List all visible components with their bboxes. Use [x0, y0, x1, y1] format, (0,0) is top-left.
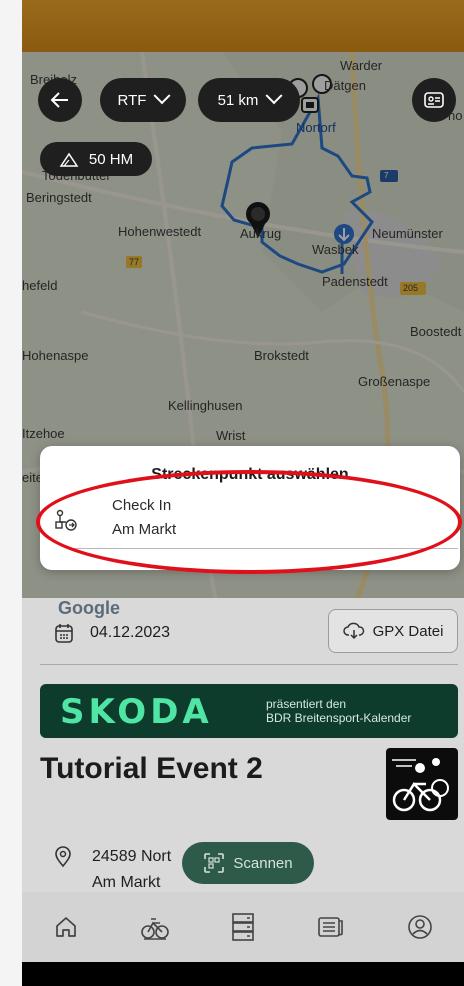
nav-news[interactable]	[311, 907, 351, 947]
nav-profile[interactable]	[400, 907, 440, 947]
ride-type-dropdown[interactable]: RTF	[100, 78, 186, 122]
elevation-icon	[59, 152, 79, 167]
sponsor-subtitle-line2: BDR Breitensport-Kalender	[266, 711, 412, 725]
bike-icon	[140, 918, 169, 940]
nav-events[interactable]	[223, 907, 263, 947]
qr-scan-icon	[204, 853, 225, 873]
arrow-left-icon	[50, 92, 68, 108]
distance-dropdown[interactable]: 51 km	[198, 78, 300, 122]
calendar-icon	[55, 624, 73, 643]
sponsor-subtitle: präsentiert den BDR Breitensport-Kalende…	[266, 697, 411, 725]
sponsor-subtitle-line1: präsentiert den	[266, 697, 347, 711]
cloud-download-icon	[342, 622, 364, 640]
profile-card-button[interactable]	[412, 78, 456, 122]
event-address-line1: 24589 Nort	[92, 848, 172, 865]
event-date-text: 04.12.2023	[90, 624, 171, 641]
gpx-label: GPX Datei	[372, 622, 444, 640]
home-icon	[56, 917, 77, 937]
event-date: 04.12.2023	[54, 622, 170, 644]
elevation-badge: 50 HM	[40, 142, 152, 176]
google-logo: Google	[58, 598, 120, 618]
distance-value: 51 km	[217, 91, 259, 109]
ride-type-value: RTF	[117, 91, 147, 109]
elevation-value: 50 HM	[88, 150, 134, 168]
sponsor-logo: SKODA	[60, 692, 213, 732]
nav-rides[interactable]	[135, 907, 175, 947]
sponsor-banner[interactable]: SKODA präsentiert den BDR Breitensport-K…	[40, 684, 458, 738]
bottom-navigation	[22, 892, 464, 962]
list-icon	[232, 913, 254, 941]
highlight-annotation	[36, 470, 462, 574]
chevron-down-icon	[265, 87, 283, 105]
back-button[interactable]	[38, 78, 82, 122]
id-card-icon	[424, 92, 444, 108]
system-navigation-bar	[22, 962, 464, 986]
cyclists-icon	[392, 758, 449, 812]
section-divider	[40, 664, 458, 665]
left-edge-strip	[0, 0, 22, 986]
event-address-line2: Am Markt	[92, 874, 161, 891]
scan-button[interactable]: Scannen	[182, 842, 314, 884]
gpx-download-button[interactable]: GPX Datei	[328, 609, 458, 653]
profile-icon	[407, 915, 432, 939]
location-pin-icon	[55, 846, 71, 868]
nav-home[interactable]	[46, 907, 86, 947]
event-category-image	[386, 748, 458, 820]
event-title: Tutorial Event 2	[40, 752, 263, 785]
news-icon	[318, 917, 344, 937]
chevron-down-icon	[153, 87, 171, 105]
scan-label: Scannen	[233, 854, 293, 872]
status-bar-background	[22, 0, 464, 52]
